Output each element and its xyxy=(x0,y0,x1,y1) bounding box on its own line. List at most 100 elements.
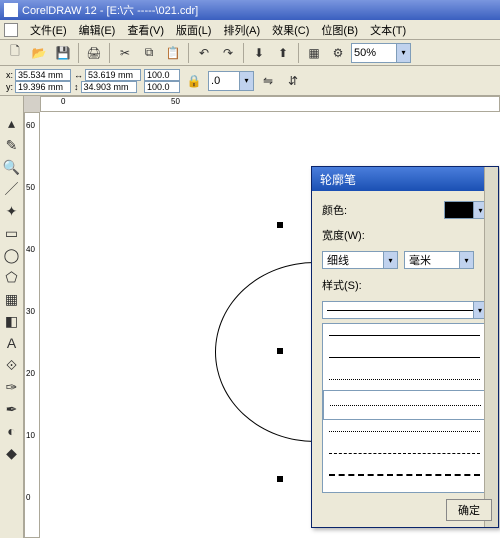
h-input[interactable]: 34.903 mm xyxy=(81,81,137,93)
freehand-tool[interactable]: ／ xyxy=(1,178,23,200)
w-input[interactable]: 53.619 mm xyxy=(85,69,141,81)
open-button[interactable]: 📂 xyxy=(28,42,50,64)
ruler-v-tick: 50 xyxy=(26,183,35,192)
zoom-tool[interactable]: 🔍 xyxy=(1,156,23,178)
dialog-title[interactable]: 轮廓笔 xyxy=(312,167,498,191)
undo-button[interactable]: ↶ xyxy=(193,42,215,64)
menu-arrange[interactable]: 排列(A) xyxy=(217,20,266,40)
line-style-selected[interactable] xyxy=(323,390,487,420)
ruler-v-tick: 0 xyxy=(26,493,30,502)
dialog-body: 颜色: ▾ 宽度(W): 细线 ▾ 毫米 ▾ 样式(S): ▾ xyxy=(312,191,498,503)
lock-ratio-button[interactable]: 🔒 xyxy=(183,70,205,92)
smart-draw-tool[interactable]: ✦ xyxy=(1,200,23,222)
ruler-v-tick: 40 xyxy=(26,245,35,254)
menu-file[interactable]: 文件(E) xyxy=(24,20,73,40)
menu-layout[interactable]: 版面(L) xyxy=(170,20,217,40)
y-input[interactable]: 19.396 mm xyxy=(15,81,71,93)
width-label: 宽度(W): xyxy=(322,227,365,243)
cut-button[interactable]: ✂ xyxy=(114,42,136,64)
line-solid-icon xyxy=(327,310,473,311)
selection-handle[interactable] xyxy=(277,476,283,482)
mirror-h-button[interactable]: ⇋ xyxy=(257,70,279,92)
line-style-option[interactable] xyxy=(323,368,486,390)
h-icon: ↕ xyxy=(74,82,79,92)
line-style-option[interactable] xyxy=(323,442,486,464)
zoom-combo[interactable]: 50% ▾ xyxy=(351,43,411,63)
line-style-option[interactable] xyxy=(323,346,486,368)
save-button[interactable]: 💾 xyxy=(52,42,74,64)
eyedropper-tool[interactable]: ✑ xyxy=(1,376,23,398)
menu-text[interactable]: 文本(T) xyxy=(364,20,412,40)
ruler-vertical: 60 50 40 30 20 10 0 xyxy=(24,112,40,538)
mirror-v-button[interactable]: ⇵ xyxy=(282,70,304,92)
x-label: x: xyxy=(6,70,13,80)
ruler-v-tick: 60 xyxy=(26,121,35,130)
ruler-h-tick: 50 xyxy=(171,97,180,106)
separator xyxy=(78,43,79,63)
line-style-option[interactable] xyxy=(323,464,486,486)
separator xyxy=(243,43,244,63)
scale-y-input[interactable]: 100.0 xyxy=(144,81,180,93)
y-label: y: xyxy=(6,82,13,92)
interactive-fill-tool[interactable]: ◆ xyxy=(1,442,23,464)
copy-button[interactable]: ⧉ xyxy=(138,42,160,64)
menu-view[interactable]: 查看(V) xyxy=(121,20,170,40)
spin-icon[interactable]: ▾ xyxy=(239,72,253,90)
ruler-v-tick: 20 xyxy=(26,369,35,378)
polygon-tool[interactable]: ⬠ xyxy=(1,266,23,288)
chevron-down-icon[interactable]: ▾ xyxy=(396,44,410,62)
separator xyxy=(298,43,299,63)
ruler-v-tick: 30 xyxy=(26,307,35,316)
import-button[interactable]: ⬇ xyxy=(248,42,270,64)
title-bar: CorelDRAW 12 - [E:\六 -----\021.cdr] xyxy=(0,0,500,20)
fill-tool[interactable]: ◐ xyxy=(1,420,23,442)
menu-bitmap[interactable]: 位图(B) xyxy=(315,20,364,40)
x-input[interactable]: 35.534 mm xyxy=(15,69,71,81)
property-bar: x:35.534 mm y:19.396 mm ↔53.619 mm ↕34.9… xyxy=(0,66,500,96)
basic-shapes-tool[interactable]: ◧ xyxy=(1,310,23,332)
ruler-h-tick: 0 xyxy=(61,97,65,106)
unit-combo[interactable]: 毫米 ▾ xyxy=(404,251,474,269)
menu-bar: 文件(E) 编辑(E) 查看(V) 版面(L) 排列(A) 效果(C) 位图(B… xyxy=(0,20,500,40)
paste-button[interactable]: 📋 xyxy=(162,42,184,64)
export-button[interactable]: ⬆ xyxy=(272,42,294,64)
redo-button[interactable]: ↷ xyxy=(217,42,239,64)
menu-edit[interactable]: 编辑(E) xyxy=(73,20,122,40)
graph-paper-tool[interactable]: ▦ xyxy=(1,288,23,310)
menu-effects[interactable]: 效果(C) xyxy=(266,20,315,40)
shape-tool[interactable]: ✎ xyxy=(1,134,23,156)
standard-toolbar: 🗋 📂 💾 🖨 ✂ ⧉ 📋 ↶ ↷ ⬇ ⬆ ▦ ⚙ 50% ▾ xyxy=(0,40,500,66)
scale-x-input[interactable]: 100.0 xyxy=(144,69,180,81)
document-icon[interactable] xyxy=(4,23,18,37)
text-tool[interactable]: A xyxy=(1,332,23,354)
pick-tool[interactable]: ▴ xyxy=(1,112,23,134)
chevron-down-icon[interactable]: ▾ xyxy=(459,252,473,268)
outline-tool[interactable]: ✒ xyxy=(1,398,23,420)
rectangle-tool[interactable]: ▭ xyxy=(1,222,23,244)
scrollbar[interactable] xyxy=(484,323,487,493)
app-launcher-button[interactable]: ▦ xyxy=(303,42,325,64)
line-style-option[interactable] xyxy=(323,324,486,346)
chevron-down-icon[interactable]: ▾ xyxy=(383,252,397,268)
width-combo[interactable]: 细线 ▾ xyxy=(322,251,398,269)
ok-button[interactable]: 确定 xyxy=(446,499,492,521)
separator xyxy=(188,43,189,63)
line-style-option[interactable] xyxy=(323,420,486,442)
selection-handle[interactable] xyxy=(277,222,283,228)
w-icon: ↔ xyxy=(74,70,83,80)
color-picker[interactable]: ▾ xyxy=(444,201,488,219)
new-button[interactable]: 🗋 xyxy=(4,42,26,64)
ellipse-tool[interactable]: ◯ xyxy=(1,244,23,266)
rotation-input[interactable]: .0 ▾ xyxy=(208,71,254,91)
interactive-blend-tool[interactable]: ⟐ xyxy=(1,354,23,376)
separator xyxy=(109,43,110,63)
style-combo[interactable]: ▾ xyxy=(322,301,487,319)
color-label: 颜色: xyxy=(322,202,347,218)
scale-box: 100.0 100.0 xyxy=(144,69,180,93)
outline-pen-dialog[interactable]: 轮廓笔 颜色: ▾ 宽度(W): 细线 ▾ 毫米 ▾ 样式(S): ▾ xyxy=(311,166,499,528)
print-button[interactable]: 🖨 xyxy=(83,42,105,64)
line-style-list[interactable] xyxy=(322,323,487,493)
corel-online-button[interactable]: ⚙ xyxy=(327,42,349,64)
rotation-value: .0 xyxy=(211,75,220,87)
width-value: 细线 xyxy=(327,252,349,268)
